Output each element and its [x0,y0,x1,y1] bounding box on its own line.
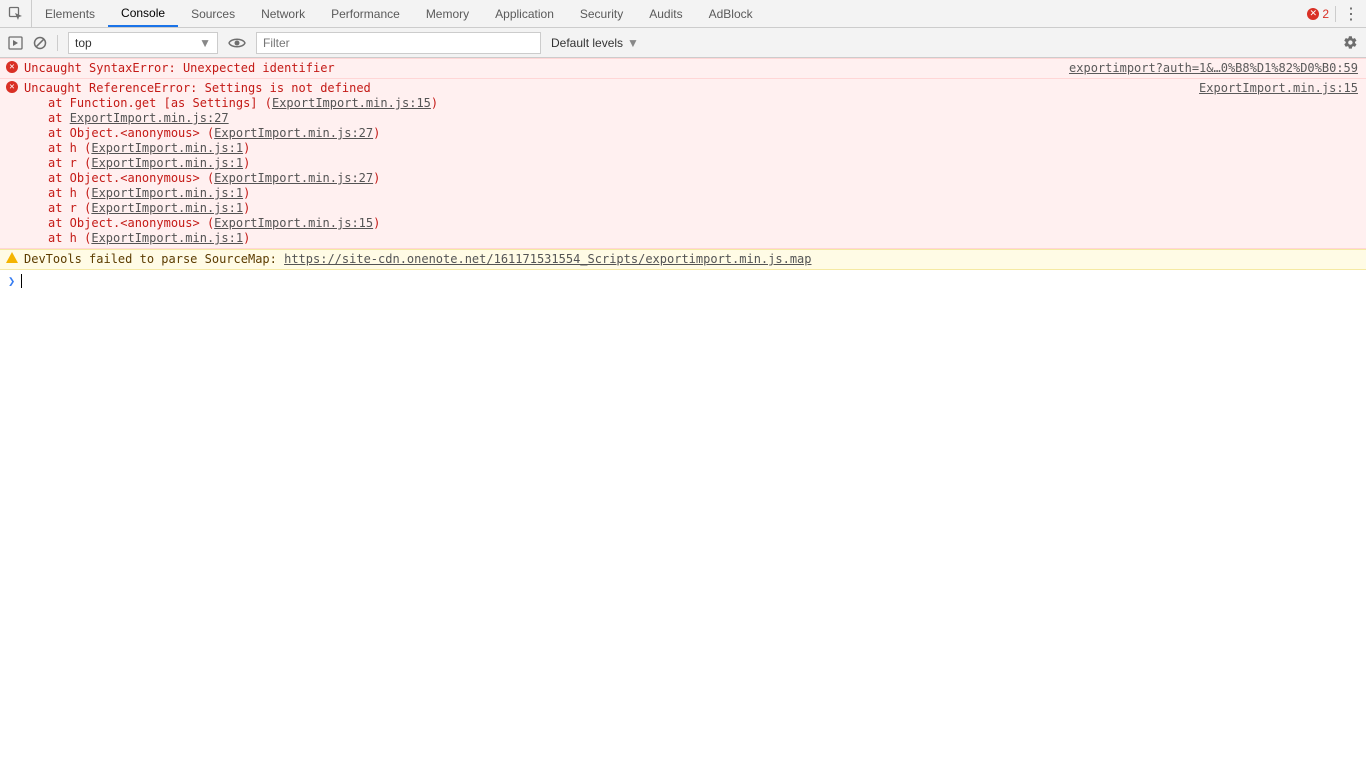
message-text: DevTools failed to parse SourceMap: http… [24,252,1358,267]
tab-adblock[interactable]: AdBlock [696,0,766,27]
inspect-element-icon[interactable] [0,0,32,27]
stack-link[interactable]: ExportImport.min.js:1 [91,201,243,215]
context-label: top [75,36,92,50]
message-link[interactable]: https://site-cdn.onenote.net/16117153155… [284,252,811,266]
tab-performance[interactable]: Performance [318,0,413,27]
toggle-sidebar-icon[interactable] [8,36,23,50]
tab-sources[interactable]: Sources [178,0,248,27]
text-cursor [21,274,22,288]
error-count: 2 [1322,7,1329,21]
tab-network[interactable]: Network [248,0,318,27]
error-icon: ✕ [1307,8,1319,20]
log-message-error: ✕ Uncaught ReferenceError: Settings is no… [0,79,1366,249]
stack-link[interactable]: ExportImport.min.js:1 [91,186,243,200]
devtools-tabbar: ElementsConsoleSourcesNetworkPerformance… [0,0,1366,28]
clear-console-icon[interactable] [33,36,47,50]
message-source-link[interactable]: ExportImport.min.js:15 [1199,81,1358,96]
stack-frame: at ExportImport.min.js:27 [24,111,1358,126]
message-text: Uncaught ReferenceError: Settings is not… [24,81,1358,246]
stack-link[interactable]: ExportImport.min.js:27 [214,171,373,185]
warning-icon [6,252,18,263]
tab-console[interactable]: Console [108,0,178,27]
stack-frame: at h (ExportImport.min.js:1) [24,141,1358,156]
message-source-link[interactable]: exportimport?auth=1&…0%B8%D1%82%D0%B0:59 [1069,61,1358,76]
console-prompt[interactable]: ❯ [0,270,1366,292]
console-input[interactable] [28,273,1358,289]
tab-audits[interactable]: Audits [636,0,695,27]
stack-frame: at r (ExportImport.min.js:1) [24,156,1358,171]
console-log-area: ✕Uncaught SyntaxError: Unexpected identi… [0,58,1366,270]
stack-link[interactable]: ExportImport.min.js:27 [70,111,229,125]
filter-input[interactable] [256,32,541,54]
error-icon: ✕ [6,61,18,73]
stack-link[interactable]: ExportImport.min.js:15 [214,216,373,230]
stack-link[interactable]: ExportImport.min.js:15 [272,96,431,110]
dropdown-caret-icon: ▼ [627,36,639,50]
stack-frame: at Object.<anonymous> (ExportImport.min.… [24,216,1358,231]
log-message-error: ✕Uncaught SyntaxError: Unexpected identi… [0,58,1366,79]
levels-label: Default levels [551,36,623,50]
execution-context-selector[interactable]: top ▼ [68,32,218,54]
stack-frame: at Object.<anonymous> (ExportImport.min.… [24,126,1358,141]
log-levels-selector[interactable]: Default levels ▼ [551,36,639,50]
dropdown-caret-icon: ▼ [199,36,211,50]
stack-frame: at r (ExportImport.min.js:1) [24,201,1358,216]
separator [1335,6,1336,22]
stack-frame: at h (ExportImport.min.js:1) [24,231,1358,246]
error-count-badge[interactable]: ✕ 2 [1307,7,1329,21]
console-toolbar: top ▼ Default levels ▼ [0,28,1366,58]
tab-elements[interactable]: Elements [32,0,108,27]
tab-security[interactable]: Security [567,0,636,27]
console-settings-icon[interactable] [1343,35,1358,50]
stack-frame: at Function.get [as Settings] (ExportImp… [24,96,1358,111]
tab-memory[interactable]: Memory [413,0,482,27]
error-icon: ✕ [6,81,18,93]
log-message-warning: DevTools failed to parse SourceMap: http… [0,249,1366,270]
stack-link[interactable]: ExportImport.min.js:1 [91,141,243,155]
prompt-chevron-icon: ❯ [8,274,15,288]
live-expression-icon[interactable] [228,37,246,49]
stack-link[interactable]: ExportImport.min.js:1 [91,156,243,170]
stack-frame: at Object.<anonymous> (ExportImport.min.… [24,171,1358,186]
stack-frame: at h (ExportImport.min.js:1) [24,186,1358,201]
tab-application[interactable]: Application [482,0,567,27]
stack-link[interactable]: ExportImport.min.js:27 [214,126,373,140]
separator [57,35,58,51]
stack-link[interactable]: ExportImport.min.js:1 [91,231,243,245]
more-menu-icon[interactable]: ⋮ [1342,4,1360,24]
